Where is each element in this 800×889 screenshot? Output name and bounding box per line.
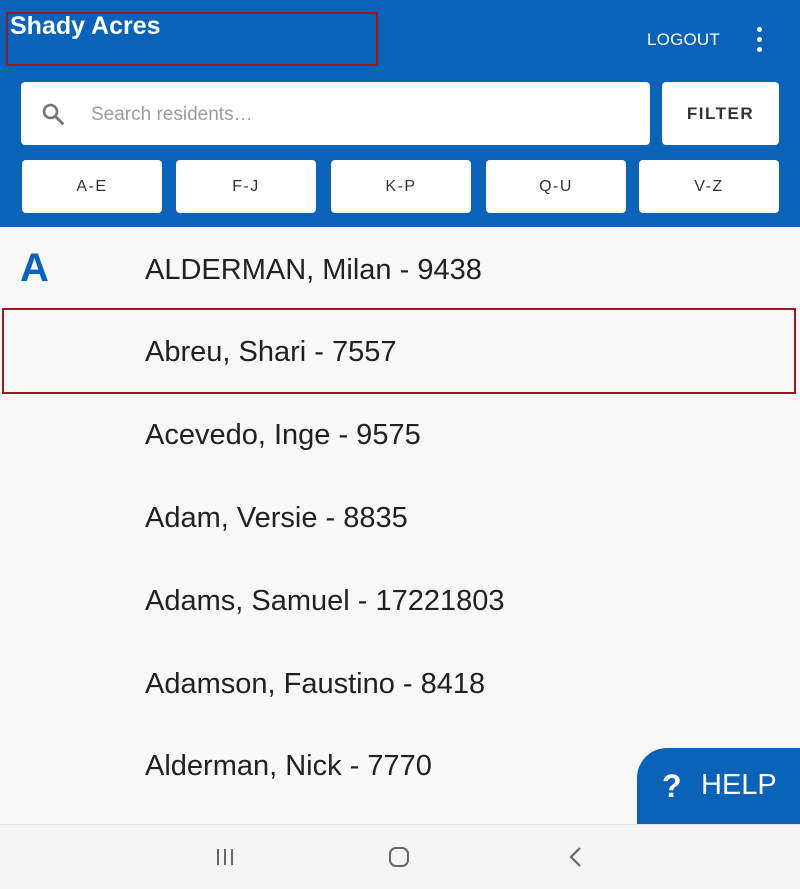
- recent-apps-icon[interactable]: [214, 846, 236, 868]
- alpha-filter-v-z[interactable]: V-Z: [639, 160, 779, 213]
- alpha-filter-q-u[interactable]: Q-U: [486, 160, 626, 213]
- more-vert-icon[interactable]: [752, 27, 768, 53]
- question-mark-icon: ?: [662, 768, 682, 804]
- filter-button[interactable]: FILTER: [662, 82, 779, 145]
- search-input[interactable]: [89, 94, 633, 136]
- search-icon: [42, 103, 64, 125]
- back-icon[interactable]: [565, 846, 587, 868]
- resident-row[interactable]: Acevedo, Inge - 9575: [145, 410, 745, 460]
- alpha-filter-k-p[interactable]: K-P: [331, 160, 471, 213]
- resident-row[interactable]: Adams, Samuel - 17221803: [145, 576, 745, 626]
- app-header: Shady Acres LOGOUT FILTER A-E F-J K-P Q-…: [0, 0, 800, 227]
- resident-row[interactable]: Abreu, Shari - 7557: [145, 327, 745, 377]
- app-title: Shady Acres: [10, 12, 161, 40]
- system-nav-bar: [0, 824, 800, 889]
- home-icon[interactable]: [388, 846, 410, 868]
- help-button[interactable]: ? HELP: [637, 748, 800, 824]
- alpha-filter-f-j[interactable]: F-J: [176, 160, 316, 213]
- search-box[interactable]: [21, 82, 650, 145]
- alpha-filter-a-e[interactable]: A-E: [22, 160, 162, 213]
- resident-row[interactable]: ALDERMAN, Milan - 9438: [145, 245, 745, 295]
- resident-row[interactable]: Adamson, Faustino - 8418: [145, 659, 745, 709]
- resident-row[interactable]: Adam, Versie - 8835: [145, 493, 745, 543]
- logout-button[interactable]: LOGOUT: [647, 30, 720, 50]
- help-label: HELP: [701, 769, 777, 801]
- section-letter: A: [20, 246, 49, 290]
